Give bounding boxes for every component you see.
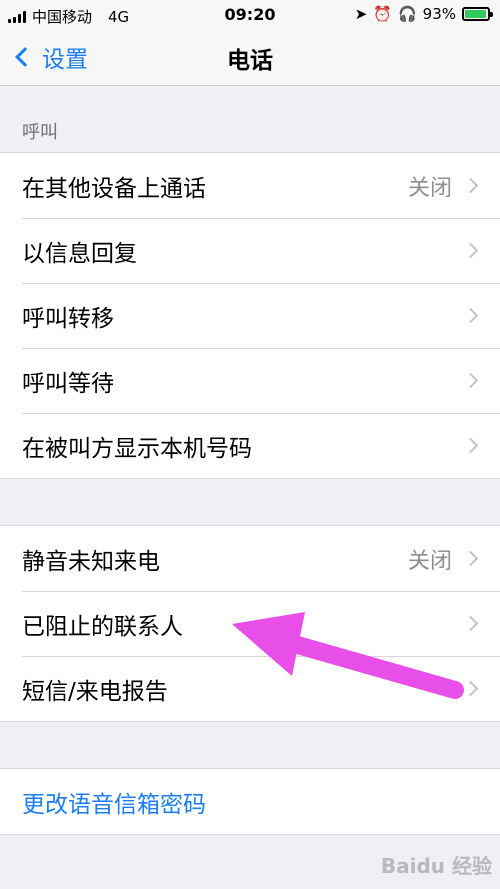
row-value: 关闭 (407, 175, 452, 201)
status-bar: 中国移动 4G 09:20 ➤ ⏰ 🎧 93% (0, 0, 500, 30)
chevron-right-icon (462, 615, 479, 632)
row-label: 呼叫等待 (22, 370, 114, 397)
page-title: 电话 (227, 48, 273, 74)
location-icon: ➤ (354, 5, 368, 23)
watermark: Baidu 经验 (380, 854, 492, 878)
row-call-forwarding[interactable]: 呼叫转移 (0, 283, 500, 348)
row-call-waiting[interactable]: 呼叫等待 (0, 348, 500, 413)
voicemail-group: 更改语音信箱密码 (0, 768, 500, 835)
row-calls-on-other-devices[interactable]: 在其他设备上通话 关闭 (0, 153, 500, 218)
change-voicemail-password-link: 更改语音信箱密码 (22, 791, 206, 818)
blocking-group: 静音未知来电 关闭 已阻止的联系人 短信/来电报告 (0, 525, 500, 722)
row-label: 在其他设备上通话 (22, 175, 206, 202)
row-label: 以信息回复 (22, 240, 137, 267)
calls-group: 在其他设备上通话 关闭 以信息回复 呼叫转移 呼叫等待 在被叫方显示本机号码 (0, 152, 500, 479)
section-header-calls: 呼叫 (22, 122, 58, 143)
chevron-right-icon (462, 372, 479, 389)
row-label: 呼叫转移 (22, 305, 114, 332)
row-label: 已阻止的联系人 (22, 613, 183, 640)
chevron-right-icon (462, 437, 479, 454)
navigation-bar: 设置 电话 (0, 30, 500, 86)
row-show-caller-id[interactable]: 在被叫方显示本机号码 (0, 413, 500, 478)
chevron-right-icon (462, 242, 479, 259)
row-label: 静音未知来电 (22, 548, 160, 575)
chevron-right-icon (462, 550, 479, 567)
row-blocked-contacts[interactable]: 已阻止的联系人 (0, 591, 500, 656)
row-sms-call-reporting[interactable]: 短信/来电报告 (0, 656, 500, 721)
row-silence-unknown-callers[interactable]: 静音未知来电 关闭 (0, 526, 500, 591)
row-value: 关闭 (407, 548, 452, 574)
battery-icon (462, 7, 493, 21)
chevron-right-icon (462, 177, 479, 194)
chevron-right-icon (462, 307, 479, 324)
row-change-voicemail-password[interactable]: 更改语音信箱密码 (0, 769, 500, 834)
row-label: 在被叫方显示本机号码 (22, 435, 252, 462)
row-respond-with-text[interactable]: 以信息回复 (0, 218, 500, 283)
alarm-icon: ⏰ (373, 5, 392, 23)
headphones-icon: 🎧 (397, 5, 417, 23)
status-right: ➤ ⏰ 🎧 93% (354, 5, 493, 23)
row-label: 短信/来电报告 (22, 678, 168, 705)
battery-percent: 93% (422, 5, 456, 23)
chevron-right-icon (462, 680, 479, 697)
